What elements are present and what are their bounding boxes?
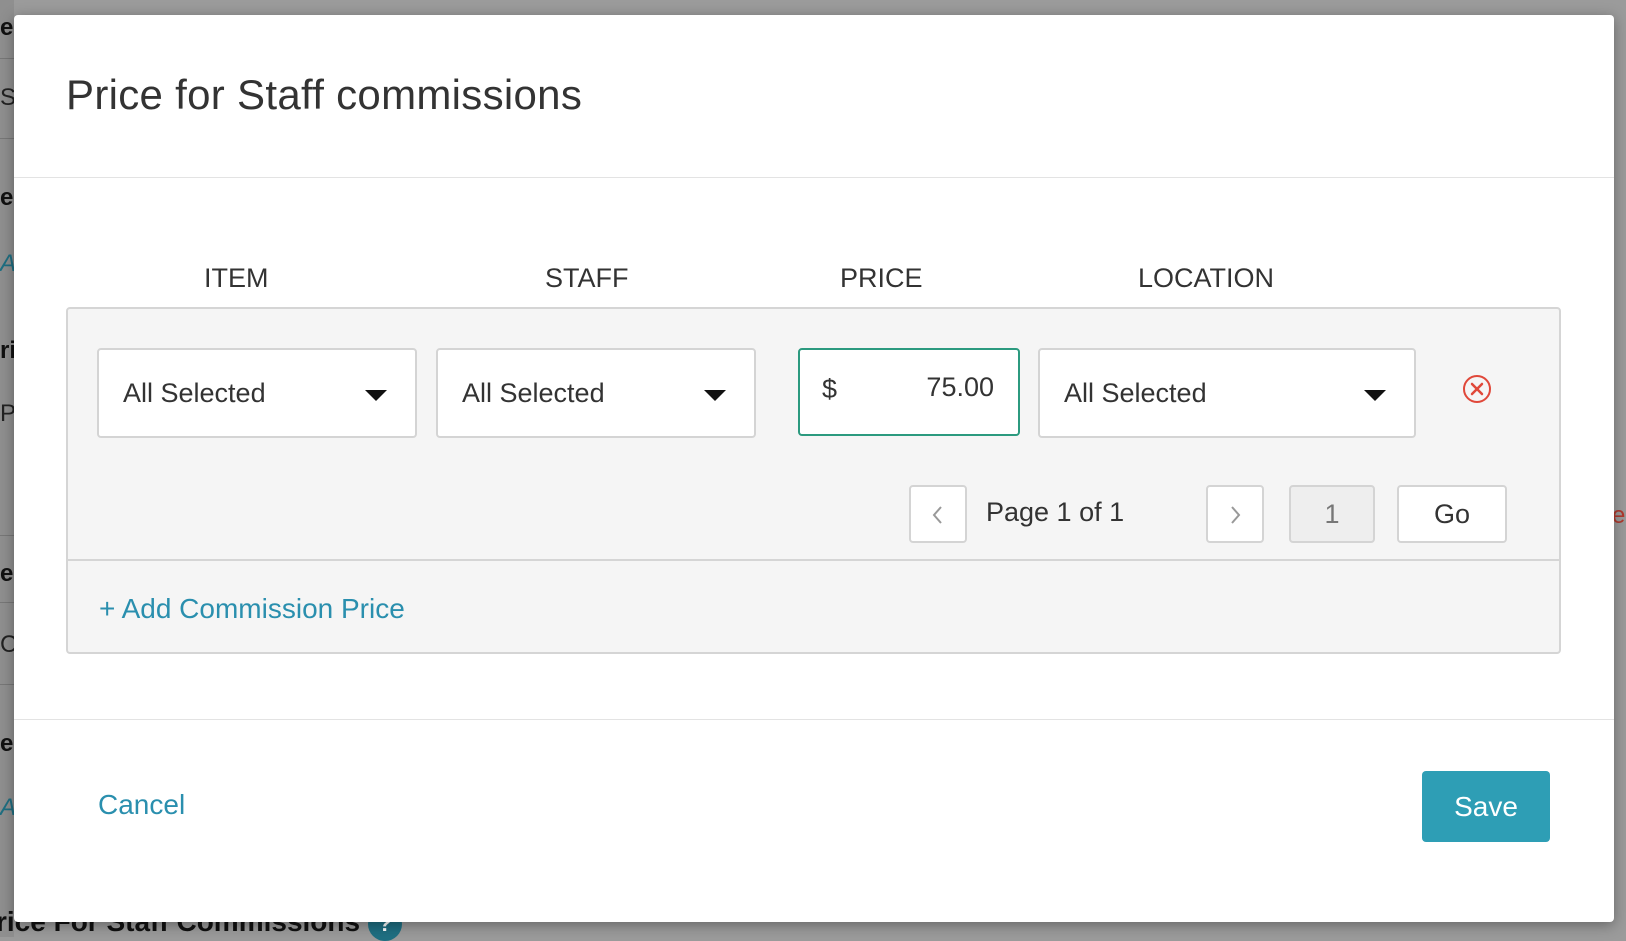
bg-text: S: [0, 84, 14, 111]
prev-page-button[interactable]: [909, 485, 967, 543]
modal-title: Price for Staff commissions: [66, 71, 583, 118]
bg-text: ri: [0, 337, 14, 364]
commission-price-modal: Price for Staff commissions ITEM STAFF P…: [14, 15, 1614, 922]
bg-text: C: [0, 631, 14, 658]
chevron-left-icon: [932, 506, 942, 524]
location-select[interactable]: All Selected: [1038, 348, 1416, 438]
page-number-input[interactable]: [1289, 485, 1375, 543]
caret-down-icon: [1364, 390, 1386, 401]
remove-row-button[interactable]: [1463, 375, 1491, 403]
caret-down-icon: [704, 390, 726, 401]
save-button[interactable]: Save: [1422, 771, 1550, 842]
bg-divider: [0, 58, 14, 59]
chevron-right-icon: [1231, 506, 1241, 524]
caret-down-icon: [365, 390, 387, 401]
bg-divider: [0, 602, 14, 603]
background-page: e S e A ri P e C e A: [0, 0, 14, 937]
bg-link: A: [0, 250, 14, 278]
staff-select-value: All Selected: [462, 378, 605, 408]
price-field[interactable]: $: [798, 348, 1020, 436]
column-header-price: PRICE: [840, 263, 923, 293]
location-select-value: All Selected: [1064, 378, 1207, 408]
price-input[interactable]: [874, 372, 994, 403]
bg-divider: [0, 535, 14, 536]
bg-text: e: [0, 14, 14, 41]
column-headers: ITEM STAFF PRICE LOCATION: [14, 263, 1614, 303]
bg-text: e: [0, 730, 14, 757]
add-commission-price-link[interactable]: + Add Commission Price: [99, 593, 405, 625]
modal-header: Price for Staff commissions: [14, 15, 1614, 178]
staff-select[interactable]: All Selected: [436, 348, 756, 438]
bg-text: e: [0, 560, 14, 587]
bg-text: e: [1612, 502, 1626, 529]
bg-text: P: [0, 400, 14, 427]
item-select[interactable]: All Selected: [97, 348, 417, 438]
column-header-location: LOCATION: [1138, 263, 1275, 293]
column-header-item: ITEM: [204, 263, 269, 293]
panel-divider: [68, 559, 1559, 561]
bg-divider: [0, 684, 14, 685]
page-indicator: Page 1 of 1: [986, 497, 1125, 527]
modal-footer-divider: [14, 719, 1614, 720]
item-select-value: All Selected: [123, 378, 266, 408]
bg-divider: [0, 138, 14, 139]
go-button[interactable]: Go: [1397, 485, 1507, 543]
bg-link: A: [0, 794, 14, 822]
currency-symbol: $: [822, 374, 838, 404]
next-page-button[interactable]: [1206, 485, 1264, 543]
close-circle-icon: [1470, 382, 1484, 396]
bg-text: e: [0, 184, 14, 211]
commission-price-panel: All Selected All Selected $ All Selected: [66, 307, 1561, 654]
cancel-button[interactable]: Cancel: [98, 789, 185, 821]
column-header-staff: STAFF: [545, 263, 629, 293]
